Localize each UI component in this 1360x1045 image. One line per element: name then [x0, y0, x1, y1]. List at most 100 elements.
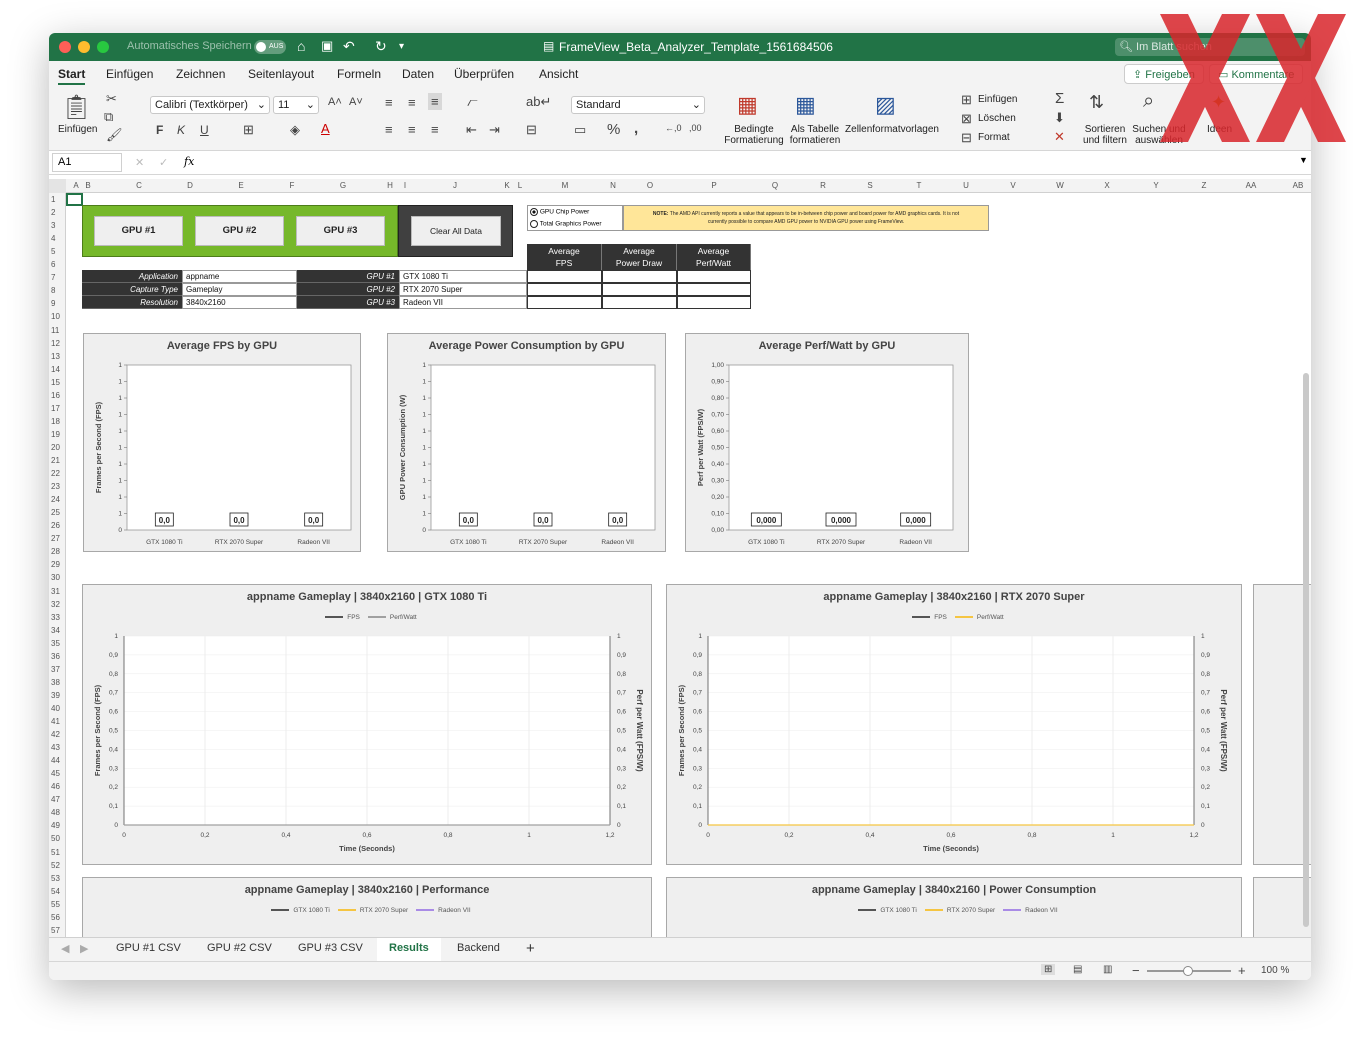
minimize-window-button[interactable]	[78, 41, 90, 53]
chart-6[interactable]: appname Gameplay | 3840x2160 | Performan…	[82, 877, 652, 937]
column-header-aa[interactable]: AA	[1246, 181, 1257, 190]
row-header-44[interactable]: 44	[51, 756, 60, 765]
chart-5[interactable]: appname Gameplay | 3840x2160 | RTX 2070 …	[666, 584, 1242, 865]
gpu2-button[interactable]: GPU #2	[195, 216, 284, 246]
row-header-21[interactable]: 21	[51, 456, 60, 465]
autosave-toggle[interactable]: AUS	[254, 40, 286, 54]
fill-color-icon[interactable]: ◈	[290, 122, 300, 138]
home-icon[interactable]: ⌂	[297, 38, 305, 54]
gpu3-button[interactable]: GPU #3	[296, 216, 385, 246]
row-header-5[interactable]: 5	[51, 247, 55, 256]
row-header-18[interactable]: 18	[51, 417, 60, 426]
row-header-39[interactable]: 39	[51, 691, 60, 700]
clear-icon[interactable]: ✕	[1054, 129, 1065, 145]
align-center-icon[interactable]: ≡	[408, 122, 416, 137]
merge-cells-icon[interactable]: ⊟	[526, 122, 537, 138]
row-header-43[interactable]: 43	[51, 743, 60, 752]
align-top-icon[interactable]: ≡	[385, 95, 393, 110]
column-header-p[interactable]: P	[711, 181, 716, 190]
underline-button[interactable]: U	[200, 123, 209, 137]
font-name-select[interactable]: Calibri (Textkörper) ⌄	[150, 96, 270, 114]
avg-value-cell[interactable]	[527, 296, 602, 309]
avg-value-cell[interactable]	[527, 283, 602, 296]
column-header-n[interactable]: N	[610, 181, 616, 190]
row-header-25[interactable]: 25	[51, 508, 60, 517]
cell-styles-label[interactable]: Zellenformatvorlagen	[844, 124, 940, 135]
avg-value-cell[interactable]	[602, 270, 677, 283]
delete-cells-icon[interactable]: ⊠	[961, 111, 972, 127]
row-header-7[interactable]: 7	[51, 273, 55, 282]
decrease-decimal-icon[interactable]: ,00	[689, 123, 702, 133]
row-header-51[interactable]: 51	[51, 848, 60, 857]
row-header-33[interactable]: 33	[51, 613, 60, 622]
row-header-37[interactable]: 37	[51, 665, 60, 674]
row-header-49[interactable]: 49	[51, 821, 60, 830]
column-header-l[interactable]: L	[518, 181, 522, 190]
align-left-icon[interactable]: ≡	[385, 122, 393, 137]
chart-2[interactable]: Average Power Consumption by GPU 0 1 1 1 1 1 1 1…	[387, 333, 666, 552]
name-box[interactable]: A1	[52, 153, 122, 172]
column-header-a[interactable]: A	[73, 181, 78, 190]
enter-icon[interactable]: ✓	[159, 156, 168, 169]
clear-all-data-button[interactable]: Clear All Data	[411, 216, 501, 246]
column-header-u[interactable]: U	[963, 181, 969, 190]
conditional-formatting-label[interactable]: Bedingte Formatierung	[722, 124, 786, 146]
row-header-12[interactable]: 12	[51, 339, 60, 348]
sheet-search-input[interactable]: 🔍︎ Im Blatt suchen	[1115, 38, 1305, 56]
row-header-20[interactable]: 20	[51, 443, 60, 452]
format-painter-icon[interactable]: 🖌︎	[106, 127, 123, 143]
select-all-corner[interactable]	[49, 179, 66, 193]
avg-value-cell[interactable]	[527, 270, 602, 283]
chart-3[interactable]: Average Perf/Watt by GPU 0,00 0,10 0,20 0,30…	[685, 333, 969, 552]
redo-icon[interactable]: ↻	[375, 38, 387, 55]
chevron-down-icon[interactable]: ▼	[1299, 155, 1308, 165]
insert-cells-label[interactable]: Einfügen	[978, 94, 1017, 105]
row-header-16[interactable]: 16	[51, 391, 60, 400]
row-header-48[interactable]: 48	[51, 808, 60, 817]
row-header-42[interactable]: 42	[51, 730, 60, 739]
column-header-t[interactable]: T	[917, 181, 922, 190]
align-bottom-icon[interactable]: ≡	[428, 93, 442, 110]
sheet-tab-gpu1-csv[interactable]: GPU #1 CSV	[116, 942, 181, 954]
zoom-slider-thumb[interactable]	[1183, 966, 1193, 976]
avg-value-cell[interactable]	[602, 296, 677, 309]
column-header-s[interactable]: S	[867, 181, 872, 190]
column-header-g[interactable]: G	[340, 181, 346, 190]
row-header-10[interactable]: 10	[51, 312, 60, 321]
find-select-label[interactable]: Suchen und auswählen	[1131, 124, 1187, 146]
tab-zeichnen[interactable]: Zeichnen	[176, 67, 225, 81]
row-header-14[interactable]: 14	[51, 365, 60, 374]
row-header-3[interactable]: 3	[51, 221, 55, 230]
increase-decimal-icon[interactable]: ←,0	[665, 123, 682, 133]
column-header-m[interactable]: M	[562, 181, 569, 190]
sum-icon[interactable]: Σ	[1055, 90, 1064, 107]
column-header-b[interactable]: B	[85, 181, 90, 190]
column-header-h[interactable]: H	[387, 181, 393, 190]
sheet-tab-gpu2-csv[interactable]: GPU #2 CSV	[207, 942, 272, 954]
row-header-29[interactable]: 29	[51, 560, 60, 569]
font-shrink-icon[interactable]: A˅	[349, 96, 363, 108]
row-header-36[interactable]: 36	[51, 652, 60, 661]
selected-cell-a1[interactable]	[66, 193, 83, 206]
info-value-gpu2[interactable]: RTX 2070 Super	[399, 283, 527, 296]
align-right-icon[interactable]: ≡	[431, 122, 439, 137]
orientation-icon[interactable]: ⦧	[467, 94, 478, 110]
format-cells-label[interactable]: Format	[978, 132, 1010, 143]
sheet-tab-gpu3-csv[interactable]: GPU #3 CSV	[298, 942, 363, 954]
row-header-8[interactable]: 8	[51, 286, 55, 295]
sort-filter-label[interactable]: Sortieren und filtern	[1079, 124, 1131, 146]
row-header-24[interactable]: 24	[51, 495, 60, 504]
info-value-application[interactable]: appname	[182, 270, 297, 283]
ideas-icon[interactable]: ✦	[1211, 92, 1226, 113]
row-header-22[interactable]: 22	[51, 469, 60, 478]
avg-value-cell[interactable]	[602, 283, 677, 296]
sheet-tab-results[interactable]: Results	[377, 938, 441, 963]
cell-styles-icon[interactable]: ▨	[875, 92, 896, 118]
normal-view-icon[interactable]: ⊞	[1041, 964, 1056, 975]
row-header-30[interactable]: 30	[51, 573, 60, 582]
info-value-gpu1[interactable]: GTX 1080 Ti	[399, 270, 527, 283]
column-header-r[interactable]: R	[820, 181, 826, 190]
currency-icon[interactable]: ▭	[574, 122, 586, 138]
find-icon[interactable]: ⌕	[1143, 90, 1154, 113]
row-header-32[interactable]: 32	[51, 600, 60, 609]
